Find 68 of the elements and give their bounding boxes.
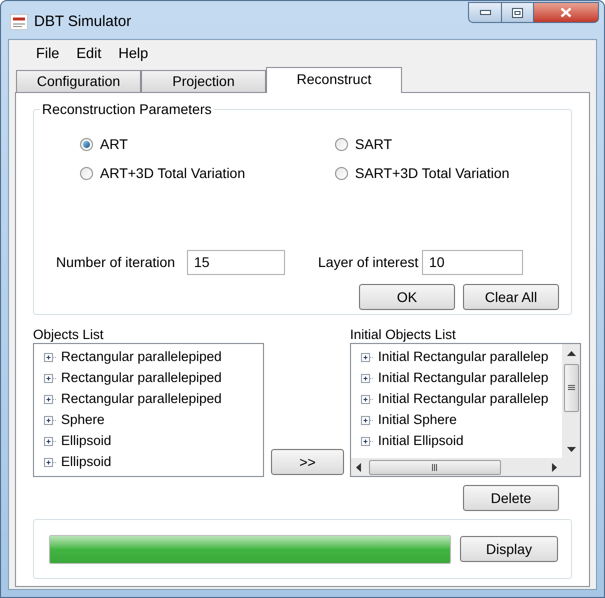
ok-button[interactable]: OK [359,284,455,310]
menu-item[interactable]: File [36,44,60,66]
display-button[interactable]: Display [460,536,558,562]
expand-icon[interactable] [361,415,375,426]
tree-list[interactable]: Initial Rectangular parallelep Initial Rectangular parallelep Initial Rectangular parallelep Initial Sphere Initial Ellipsoid [350,343,581,477]
scroll-thumb[interactable] [369,460,501,474]
move-right-button[interactable]: >> [271,449,344,475]
radio-label[interactable]: ART+3D Total Variation [100,163,246,184]
menu-item[interactable]: Edit [76,44,102,66]
tree-list[interactable]: Rectangular parallelepiped Rectangular parallelepiped Rectangular parallelepiped Sphere Ellipsoid Ellipsoid [33,343,264,477]
close-button[interactable] [533,2,599,23]
tree-item[interactable]: Sphere [61,410,105,431]
field-label: Layer of interest [318,253,420,272]
expand-icon[interactable] [44,457,58,468]
expand-icon[interactable] [361,394,375,405]
grip-icon [432,464,438,470]
tab[interactable]: Reconstruct [266,67,402,93]
expand-icon[interactable] [44,394,58,405]
scroll-up-icon[interactable] [566,351,576,357]
radio-button[interactable] [80,138,93,151]
vertical-scrollbar[interactable] [562,344,580,459]
expand-icon[interactable] [361,373,375,384]
tree-item[interactable]: Rectangular parallelepiped [61,368,222,389]
close-icon [560,7,572,18]
tree-item[interactable]: Initial Sphere [378,410,457,431]
field-label: Number of iteration [56,253,176,272]
list-label: Objects List [33,326,105,343]
expand-icon[interactable] [44,373,58,384]
tree-item[interactable]: Ellipsoid [61,431,112,452]
tree-item[interactable]: Initial Rectangular parallelep [378,368,548,389]
horizontal-scrollbar[interactable] [351,458,580,476]
radio-button[interactable] [80,167,93,180]
expand-icon[interactable] [44,352,58,363]
app-icon [10,14,28,30]
scroll-down-icon[interactable] [566,446,576,452]
expand-icon[interactable] [44,415,58,426]
tree-item[interactable]: Initial Ellipsoid [378,431,464,452]
expand-icon[interactable] [361,436,375,447]
tree-item[interactable]: Ellipsoid [61,452,112,473]
minimize-icon [480,10,490,15]
radio-button[interactable] [335,167,348,180]
clear-all-button[interactable]: Clear All [463,284,559,310]
tree-item[interactable]: Initial Rectangular parallelep [378,347,548,368]
radio-label[interactable]: ART [100,134,128,155]
tree-item[interactable]: Rectangular parallelepiped [61,347,222,368]
radio-label[interactable]: SART [355,134,392,155]
menu-item[interactable]: Help [118,44,148,66]
tree-item[interactable]: Initial Rectangular parallelep [378,389,548,410]
grip-icon [568,385,574,391]
scroll-right-icon[interactable] [551,462,557,472]
minimize-button[interactable] [468,2,502,23]
expand-icon[interactable] [361,352,375,363]
maximize-icon [512,8,523,18]
input-field[interactable]: 10 [422,250,523,275]
scroll-left-icon[interactable] [356,462,362,472]
radio-button[interactable] [335,138,348,151]
radio-label[interactable]: SART+3D Total Variation [355,163,510,184]
window-title: DBT Simulator [34,12,132,32]
delete-button[interactable]: Delete [463,485,559,511]
scroll-thumb[interactable] [564,364,578,412]
maximize-button[interactable] [502,2,533,23]
tree-item[interactable]: Rectangular parallelepiped [61,389,222,410]
group-title: Reconstruction Parameters [41,100,213,119]
input-field[interactable]: 15 [187,250,285,275]
list-label: Initial Objects List [350,326,457,343]
tab[interactable]: Projection [141,70,266,93]
expand-icon[interactable] [44,436,58,447]
tab[interactable]: Configuration [16,70,141,93]
